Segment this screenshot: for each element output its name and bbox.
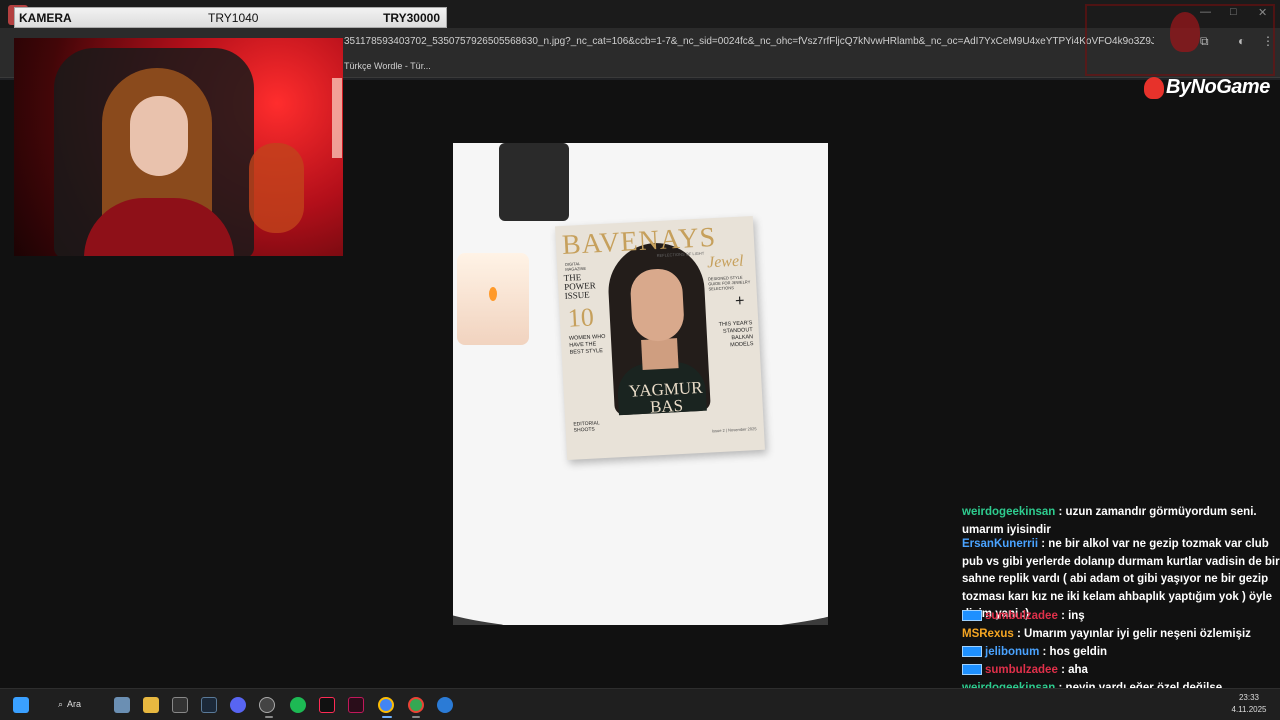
search-label: Ara — [67, 699, 82, 709]
chat-message: sumbulzadee : aha — [962, 662, 1280, 680]
chat-panel: weirdogeekinsan : uzun zamandır görmüyor… — [958, 500, 1280, 720]
magazine-jewel-sub: DESIGNED STYLE GUIDE FOR JEWELRY SELECTI… — [707, 274, 751, 292]
windows-start-icon[interactable] — [13, 697, 29, 713]
webcam-feed — [14, 38, 343, 256]
chat-username[interactable]: jelibonum — [985, 646, 1039, 658]
subscriber-badge-icon — [962, 664, 982, 676]
chat-text: : aha — [1061, 664, 1088, 676]
spotify-icon[interactable] — [290, 697, 306, 713]
viewed-image: BAVENAYS REFLECTIONS OF LIGHT DIGITAL MA… — [453, 143, 828, 625]
devil-logo-icon — [1170, 12, 1200, 52]
steam-icon[interactable] — [201, 697, 217, 713]
camera-label: KAMERA — [19, 10, 72, 25]
app-icon[interactable] — [348, 697, 364, 713]
network-app-icon[interactable] — [437, 697, 453, 713]
brand-logo: ByNoGame — [1144, 76, 1270, 99]
chat-username[interactable]: sumbulzadee — [985, 610, 1058, 622]
file-explorer-icon[interactable] — [143, 697, 159, 713]
chat-username[interactable]: weirdogeekinsan — [962, 506, 1055, 518]
magazine-women: WOMEN WHO HAVE THE BEST STYLE — [568, 333, 606, 356]
chat-username[interactable]: ErsanKunerrii — [962, 538, 1038, 550]
subscriber-badge-icon — [962, 646, 982, 658]
active-indicator — [382, 716, 392, 718]
magazine-digital: DIGITAL MAGAZINE — [564, 261, 587, 272]
donation-value-1: TRY1040 — [208, 10, 259, 25]
magazine-cover: BAVENAYS REFLECTIONS OF LIGHT DIGITAL MA… — [555, 215, 765, 461]
magazine-jewel: Jewel — [706, 252, 744, 272]
pen-cup — [499, 143, 569, 221]
taskbar-clock[interactable]: 23:33 4.11.2025 — [1226, 692, 1272, 716]
running-indicator — [412, 716, 420, 718]
tiktok-icon[interactable] — [319, 697, 335, 713]
guitar — [249, 143, 304, 233]
search-icon: ⌕ — [58, 698, 64, 709]
chat-message: weirdogeekinsan : uzun zamandır görmüyor… — [962, 504, 1280, 539]
chrome-icon[interactable] — [378, 697, 394, 713]
donation-value-2: TRY30000 — [383, 10, 440, 25]
subscriber-badge-icon — [962, 610, 982, 622]
magazine-issue: Issue 2 | November 2025 — [711, 426, 757, 434]
candle — [457, 253, 529, 345]
taskbar-search[interactable]: ⌕ Ara — [52, 694, 104, 714]
taskbar — [0, 688, 1280, 720]
chat-text: : Umarım yayınlar iyi gelir neşeni özlem… — [1016, 628, 1251, 640]
running-indicator — [265, 716, 273, 718]
bynogame-icon — [1144, 76, 1164, 99]
obs-icon[interactable] — [259, 697, 275, 713]
lamp — [332, 78, 342, 158]
clock-date: 4.11.2025 — [1231, 705, 1267, 714]
chat-username[interactable]: sumbulzadee — [985, 664, 1058, 676]
clock-time: 23:33 — [1238, 693, 1260, 702]
chat-username[interactable]: MSRexus — [962, 628, 1014, 640]
chat-text: : hos geldin — [1042, 646, 1108, 658]
magazine-model-name: YAGMUR BAS — [615, 378, 717, 417]
chat-message: jelibonum : hos geldin — [962, 644, 1280, 662]
chat-text: : inş — [1061, 610, 1085, 622]
chrome-profile-icon[interactable] — [408, 697, 424, 713]
magazine-number: 10 — [567, 302, 595, 333]
magazine-power-issue: THE POWER ISSUE — [563, 272, 596, 301]
epic-games-icon[interactable] — [172, 697, 188, 713]
chat-message: sumbulzadee : inş — [962, 608, 1280, 626]
discord-icon[interactable] — [230, 697, 246, 713]
bookmark-item[interactable]: Türkçe Wordle - Tür... — [344, 61, 431, 71]
camera-bar: KAMERA TRY1040 TRY30000 — [14, 7, 447, 28]
magazine-plus: + — [734, 292, 745, 311]
brand-name: ByNoGame — [1166, 76, 1270, 98]
chat-message: MSRexus : Umarım yayınlar iyi gelir neşe… — [962, 626, 1280, 644]
magazine-year: THIS YEAR'S STANDOUT BALKAN MODELS — [718, 320, 754, 349]
url-text[interactable]: 351178593403702_5350757926505568630_n.jp… — [344, 36, 1154, 47]
streamer-face — [130, 96, 188, 176]
magazine-editorial: EDITORIAL SHOOTS — [573, 420, 600, 434]
widgets-icon[interactable] — [114, 697, 130, 713]
stream-screen: 351178593403702_5350757926505568630_n.jp… — [0, 0, 1280, 720]
